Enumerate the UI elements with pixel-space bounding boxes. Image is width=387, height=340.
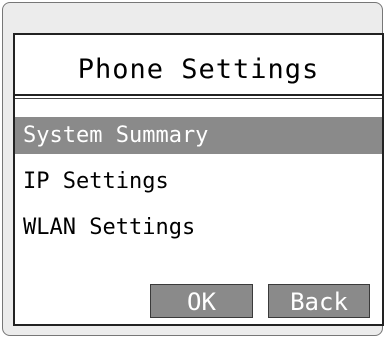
menu-item-ip-settings[interactable]: IP Settings [15, 163, 382, 200]
page-title: Phone Settings [77, 53, 320, 85]
ok-button[interactable]: OK [150, 284, 253, 318]
device-frame: Phone Settings System Summary IP Setting… [2, 2, 384, 336]
phone-screen: Phone Settings System Summary IP Setting… [13, 33, 384, 326]
title-divider [15, 94, 382, 99]
menu-item-system-summary[interactable]: System Summary [15, 117, 382, 154]
menu-item-wlan-settings[interactable]: WLAN Settings [15, 209, 382, 246]
back-button[interactable]: Back [268, 284, 370, 318]
